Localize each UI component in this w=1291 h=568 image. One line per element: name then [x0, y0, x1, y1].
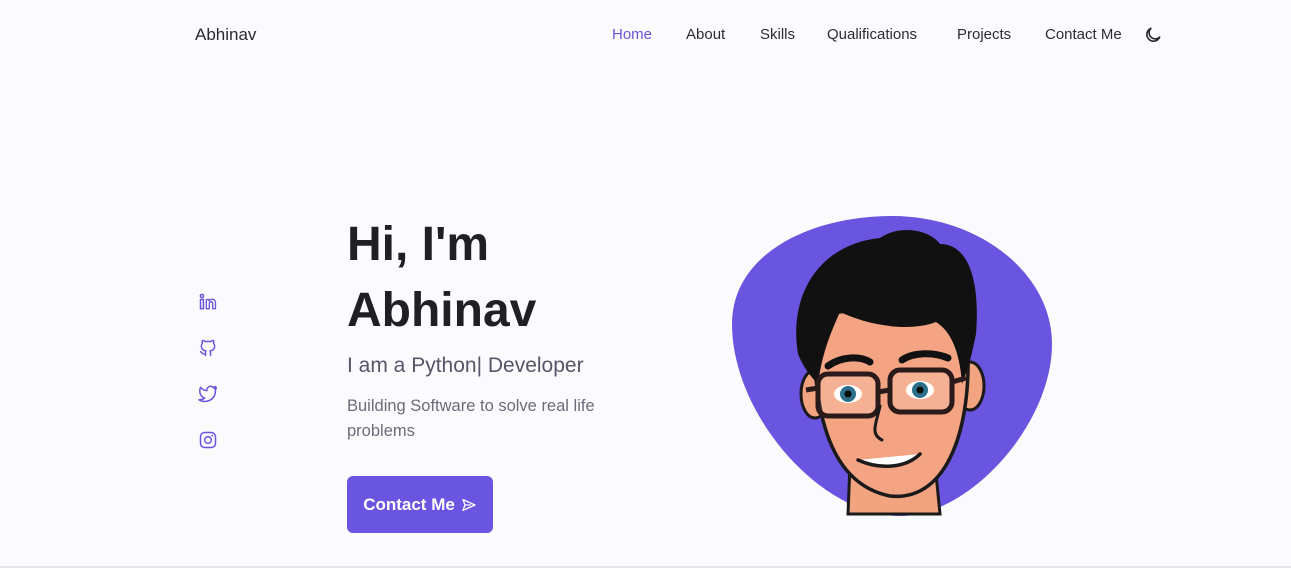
twitter-link[interactable]	[198, 384, 218, 404]
linkedin-link[interactable]	[198, 292, 218, 312]
github-link[interactable]	[198, 338, 218, 358]
hero-description: Building Software to solve real life pro…	[347, 397, 595, 440]
send-icon	[462, 498, 476, 511]
hero-name: Abhinav	[347, 284, 537, 337]
nav-skills[interactable]: Skills	[760, 26, 795, 43]
instagram-link[interactable]	[198, 430, 218, 450]
contact-me-label: Contact Me	[363, 494, 455, 514]
github-icon	[199, 339, 216, 357]
main-nav: Home About Skills Qualifications Project…	[0, 26, 1291, 46]
hero-heading: Hi, I'm Abhinav	[347, 212, 677, 344]
social-links	[198, 292, 220, 476]
nav-home[interactable]: Home	[612, 26, 652, 43]
contact-me-button[interactable]: Contact Me	[347, 476, 493, 533]
hero-subtitle: I am a Python| Developer	[347, 354, 584, 377]
nav-about[interactable]: About	[686, 26, 725, 43]
twitter-icon	[198, 385, 218, 403]
moon-icon	[1146, 27, 1161, 42]
instagram-icon	[199, 431, 217, 449]
avatar-illustration	[730, 214, 1055, 518]
nav-contact-me[interactable]: Contact Me	[1045, 26, 1122, 43]
linkedin-icon	[199, 293, 217, 310]
hero-greeting: Hi, I'm	[347, 218, 490, 271]
theme-toggle-button[interactable]	[1143, 25, 1163, 45]
nav-projects[interactable]: Projects	[957, 26, 1011, 43]
nav-qualifications[interactable]: Qualifications	[827, 26, 917, 43]
